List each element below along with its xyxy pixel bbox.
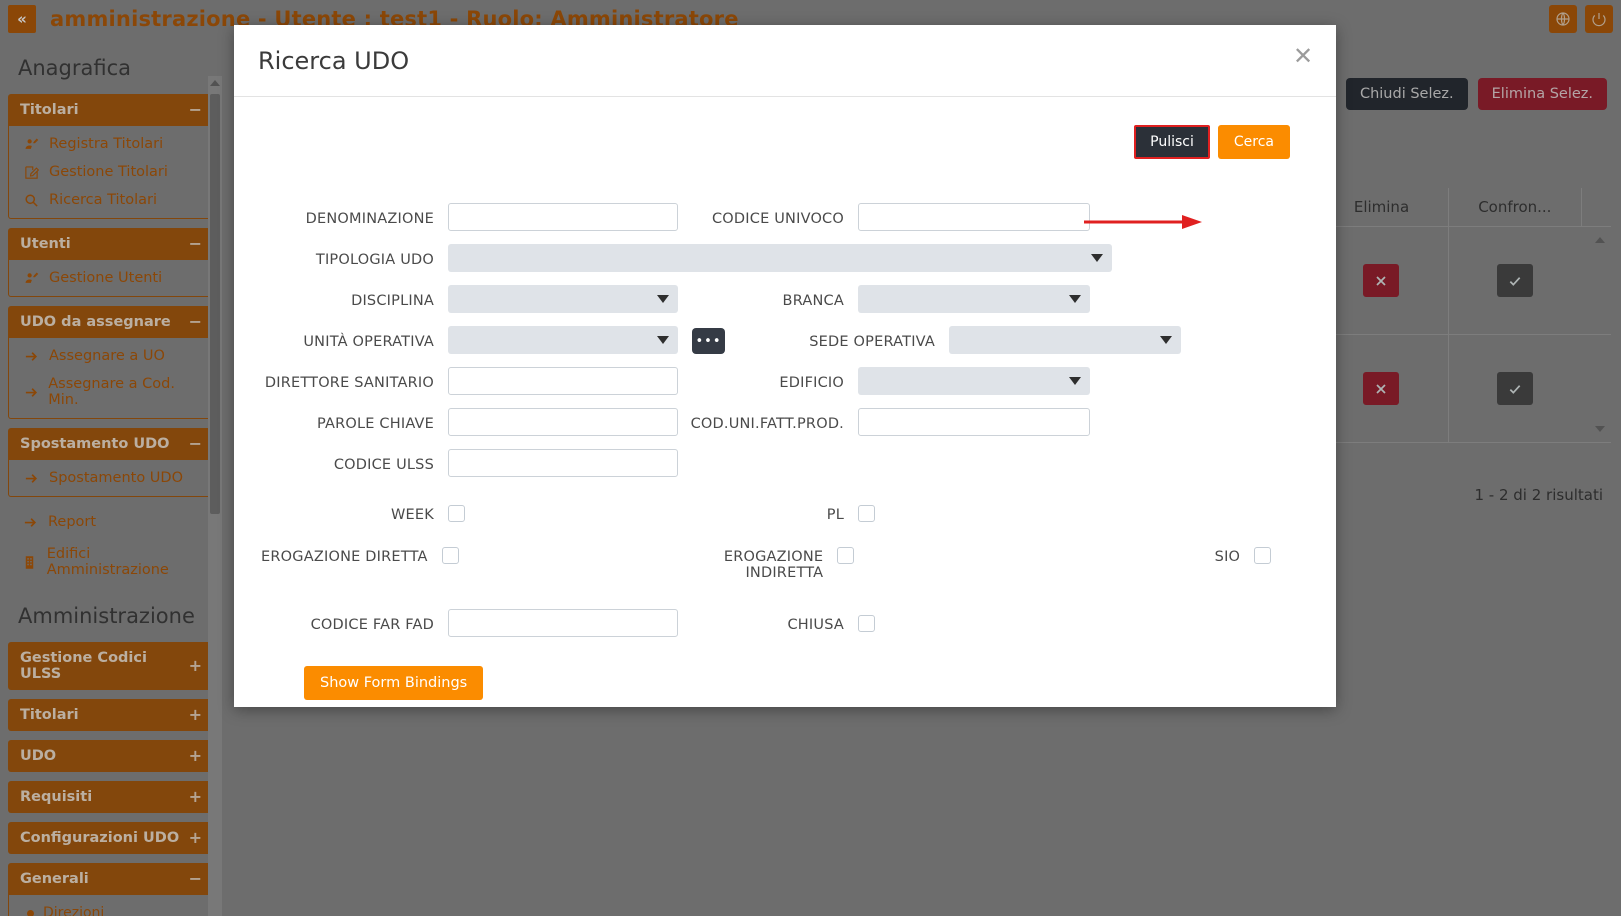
erogazione-diretta-checkbox[interactable]: [441, 547, 459, 564]
chevron-down-icon: [657, 336, 669, 344]
label-direttore-sanitario: DIRETTORE SANITARIO: [264, 375, 434, 391]
label-erogazione-indiretta: EROGAZIONE INDIRETTA: [723, 549, 824, 581]
label-denominazione: DENOMINAZIONE: [305, 211, 434, 227]
chevron-down-icon: [1069, 295, 1081, 303]
label-codice-ulss: CODICE ULSS: [333, 457, 434, 473]
form-row-codice-ulss: CODICE ULSS: [258, 449, 1312, 477]
label-chiusa: CHIUSA: [787, 617, 844, 633]
codice-univoco-input[interactable]: [858, 203, 1090, 231]
parole-chiave-input[interactable]: [448, 408, 678, 436]
sio-checkbox[interactable]: [1254, 547, 1272, 564]
modal-body: Pulisci Cerca DENOMINAZIONE CODICE UNIVO…: [234, 97, 1336, 706]
branca-select[interactable]: [858, 285, 1090, 313]
label-parole-chiave: PAROLE CHIAVE: [316, 416, 434, 432]
edificio-select[interactable]: [858, 367, 1090, 395]
tipologia-udo-select[interactable]: [448, 244, 1112, 272]
form-row-erogazione: EROGAZIONE DIRETTA EROGAZIONE INDIRETTA …: [258, 541, 1312, 581]
label-codice-univoco: CODICE UNIVOCO: [711, 211, 844, 227]
red-arrow-annotation: [1084, 215, 1202, 229]
chevron-down-icon: [657, 295, 669, 303]
unita-operativa-select[interactable]: [448, 326, 678, 354]
label-unita-operativa: UNITÀ OPERATIVA: [303, 334, 434, 350]
direttore-sanitario-input[interactable]: [448, 367, 678, 395]
form-row-unita-operativa: UNITÀ OPERATIVA ••• SEDE OPERATIVA: [258, 326, 1312, 354]
codice-far-fad-input[interactable]: [448, 609, 678, 637]
erogazione-indiretta-checkbox[interactable]: [837, 547, 855, 564]
close-icon[interactable]: ✕: [1290, 43, 1316, 69]
form-row-tipologia-udo: TIPOLOGIA UDO: [258, 244, 1312, 272]
modal-toolbar: Pulisci Cerca: [258, 125, 1312, 159]
label-sede-operativa: SEDE OPERATIVA: [809, 334, 935, 350]
label-sio: SIO: [1214, 549, 1241, 565]
pulisci-button[interactable]: Pulisci: [1134, 125, 1210, 159]
label-codice-far-fad: CODICE FAR FAD: [310, 617, 434, 633]
label-week: WEEK: [391, 507, 434, 523]
label-disciplina: DISCIPLINA: [351, 293, 434, 309]
ricerca-udo-modal: Ricerca UDO ✕ Pulisci Cerca DENOMINAZION…: [234, 25, 1336, 707]
chiusa-checkbox[interactable]: [858, 615, 875, 632]
form-row-disciplina: DISCIPLINA BRANCA: [258, 285, 1312, 313]
codice-ulss-input[interactable]: [448, 449, 678, 477]
sede-operativa-select[interactable]: [949, 326, 1181, 354]
label-pl: PL: [826, 507, 844, 523]
label-branca: BRANCA: [782, 293, 844, 309]
label-edificio: EDIFICIO: [779, 375, 844, 391]
chevron-down-icon: [1069, 377, 1081, 385]
unita-operativa-more-button[interactable]: •••: [692, 328, 725, 354]
cerca-button[interactable]: Cerca: [1217, 125, 1290, 159]
week-checkbox[interactable]: [448, 505, 465, 522]
disciplina-select[interactable]: [448, 285, 678, 313]
form-row-week-pl: WEEK PL: [258, 499, 1312, 523]
pl-checkbox[interactable]: [858, 505, 875, 522]
ricerca-udo-form: DENOMINAZIONE CODICE UNIVOCO TIPOLOGIA U…: [258, 203, 1312, 700]
form-row-codice-far-fad: CODICE FAR FAD CHIUSA: [258, 609, 1312, 637]
label-erogazione-diretta: EROGAZIONE DIRETTA: [261, 549, 428, 565]
form-row-direttore-sanitario: DIRETTORE SANITARIO EDIFICIO: [258, 367, 1312, 395]
denominazione-input[interactable]: [448, 203, 678, 231]
cod-uni-fatt-prod-input[interactable]: [858, 408, 1090, 436]
label-cod-uni-fatt-prod: COD.UNI.FATT.PROD.: [690, 416, 844, 432]
modal-title: Ricerca UDO: [258, 46, 410, 75]
show-form-bindings-button[interactable]: Show Form Bindings: [304, 666, 484, 700]
form-row-parole-chiave: PAROLE CHIAVE COD.UNI.FATT.PROD.: [258, 408, 1312, 436]
chevron-down-icon: [1160, 336, 1172, 344]
chevron-down-icon: [1091, 254, 1103, 262]
label-tipologia-udo: TIPOLOGIA UDO: [315, 252, 434, 268]
modal-header: Ricerca UDO ✕: [234, 25, 1336, 97]
